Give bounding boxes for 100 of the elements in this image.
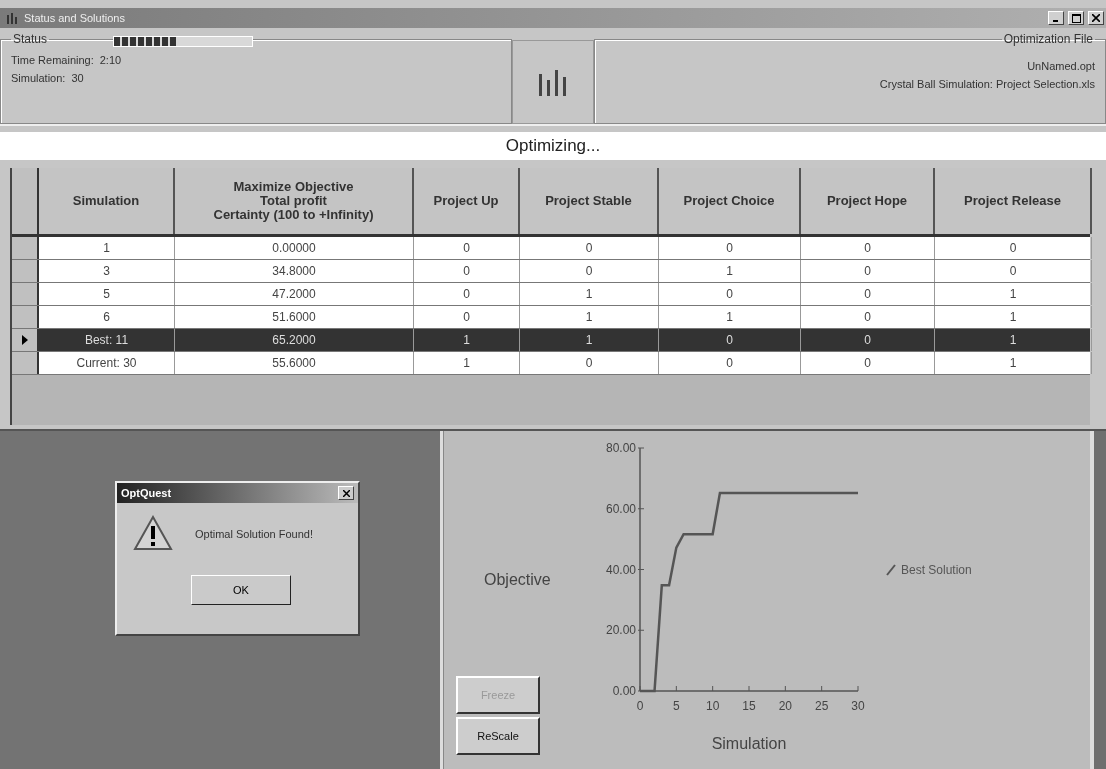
table-cell: Best: 11 (39, 329, 175, 351)
table-cell: 0 (659, 283, 801, 305)
tick-label: 20 (778, 699, 792, 713)
table-cell: 0 (659, 352, 801, 374)
tick-label: 10 (706, 699, 720, 713)
table-row[interactable]: 5 47.2000 0 1 0 0 1 (12, 283, 1090, 306)
warning-icon (133, 515, 173, 553)
table-cell: 5 (39, 283, 175, 305)
table-cell: 1 (935, 329, 1092, 351)
table-cell: 1 (935, 306, 1092, 328)
legend-label: Best Solution (901, 563, 972, 577)
table-cell: 0 (801, 237, 935, 259)
panel-button[interactable]: ReScale (456, 717, 540, 755)
table-cell: 1 (414, 329, 520, 351)
legend-line-icon (886, 564, 896, 576)
group-label: Status (12, 32, 49, 46)
table-cell: 0 (520, 352, 659, 374)
row-header[interactable] (12, 329, 39, 351)
table-cell: 47.2000 (175, 283, 414, 305)
table-cell: 0 (414, 306, 520, 328)
model-name: Crystal Ball Simulation: Project Selection.xls (878, 78, 1095, 90)
table-cell: Current: 30 (39, 352, 175, 374)
table-cell: 1 (935, 283, 1092, 305)
field-label: Simulation: (11, 72, 66, 84)
ok-button[interactable]: OK (191, 575, 291, 605)
table-row[interactable]: 1 0.00000 0 0 0 0 0 (12, 237, 1090, 260)
table-cell: 55.6000 (175, 352, 414, 374)
table-cell: 0 (801, 260, 935, 282)
table-cell: 0 (520, 237, 659, 259)
window-title: Status and Solutions (24, 12, 125, 24)
column-header: Project Choice (659, 168, 801, 234)
table-cell: 1 (520, 306, 659, 328)
table-cell: 0.00000 (175, 237, 414, 259)
close-button[interactable] (1088, 11, 1104, 25)
tick-label: 0 (636, 699, 644, 713)
table-cell: 65.2000 (175, 329, 414, 351)
table-cell: 1 (39, 237, 175, 259)
column-header: Project Hope (801, 168, 935, 234)
row-header[interactable] (12, 352, 39, 374)
table-cell: 0 (801, 352, 935, 374)
table-cell: 0 (659, 237, 801, 259)
table-cell: 0 (414, 283, 520, 305)
table-cell: 34.8000 (175, 260, 414, 282)
table-cell: 3 (39, 260, 175, 282)
column-header: Project Release (935, 168, 1092, 234)
column-header: Simulation (39, 168, 175, 234)
group-label: Optimization File (1002, 32, 1094, 46)
maximize-button[interactable] (1068, 11, 1084, 25)
table-cell: 1 (414, 352, 520, 374)
tick-label: 15 (742, 699, 756, 713)
status-message: Optimizing... (0, 132, 1106, 160)
maximize-icon (1071, 13, 1081, 23)
tick-label: 60.00 (605, 501, 636, 516)
table-row[interactable]: Best: 11 65.2000 1 1 0 0 1 (12, 329, 1090, 352)
axis-title: Objective (483, 571, 552, 589)
column-header: Project Stable (520, 168, 659, 234)
axis-title: Simulation (711, 735, 787, 752)
table-cell: 0 (414, 260, 520, 282)
table-cell: 0 (659, 329, 801, 351)
dialog-message: Optimal Solution Found! (195, 528, 313, 540)
close-icon (342, 489, 350, 497)
file-name: UnNamed.opt (1026, 60, 1095, 72)
table-cell: 0 (801, 329, 935, 351)
field-label: Time Remaining: (11, 54, 94, 66)
table-cell: 0 (935, 260, 1092, 282)
table-cell: 1 (935, 352, 1092, 374)
dialog-title: OptQuest (121, 487, 172, 499)
table-row[interactable]: 6 51.6000 0 1 1 0 1 (12, 306, 1090, 329)
field-value: 30 (71, 72, 84, 84)
minimize-button[interactable] (1048, 11, 1064, 25)
table-cell: 1 (659, 260, 801, 282)
table-cell: 51.6000 (175, 306, 414, 328)
row-header[interactable] (12, 283, 39, 305)
table-cell: 0 (520, 260, 659, 282)
tick-label: 20.00 (605, 623, 636, 638)
field-value: 2:10 (99, 54, 122, 66)
tick-label: 25 (815, 699, 829, 713)
tick-label: 80.00 (605, 441, 636, 455)
app-icon (6, 12, 20, 24)
row-header[interactable] (12, 237, 39, 259)
tick-label: 30 (851, 699, 865, 713)
table-cell: 0 (414, 237, 520, 259)
tick-label: 5 (673, 699, 680, 713)
table-row[interactable]: 3 34.8000 0 0 1 0 0 (12, 260, 1090, 283)
close-icon (1092, 14, 1100, 22)
row-pointer-icon (21, 335, 28, 345)
row-header[interactable] (12, 260, 39, 282)
tick-label: 0.00 (612, 684, 636, 698)
table-cell: 1 (520, 283, 659, 305)
table-cell: 0 (801, 283, 935, 305)
table-cell: 1 (520, 329, 659, 351)
row-header[interactable] (12, 306, 39, 328)
table-cell: 0 (935, 237, 1092, 259)
close-button[interactable] (338, 486, 354, 500)
bar-chart-icon (538, 68, 568, 96)
table-row[interactable]: Current: 30 55.6000 1 0 0 0 1 (12, 352, 1090, 375)
column-header: Maximize Objective Total profit Certainty (100 to +Infinity) (175, 168, 414, 234)
table-cell: 0 (801, 306, 935, 328)
table-cell: 6 (39, 306, 175, 328)
tick-label: 40.00 (605, 562, 636, 577)
